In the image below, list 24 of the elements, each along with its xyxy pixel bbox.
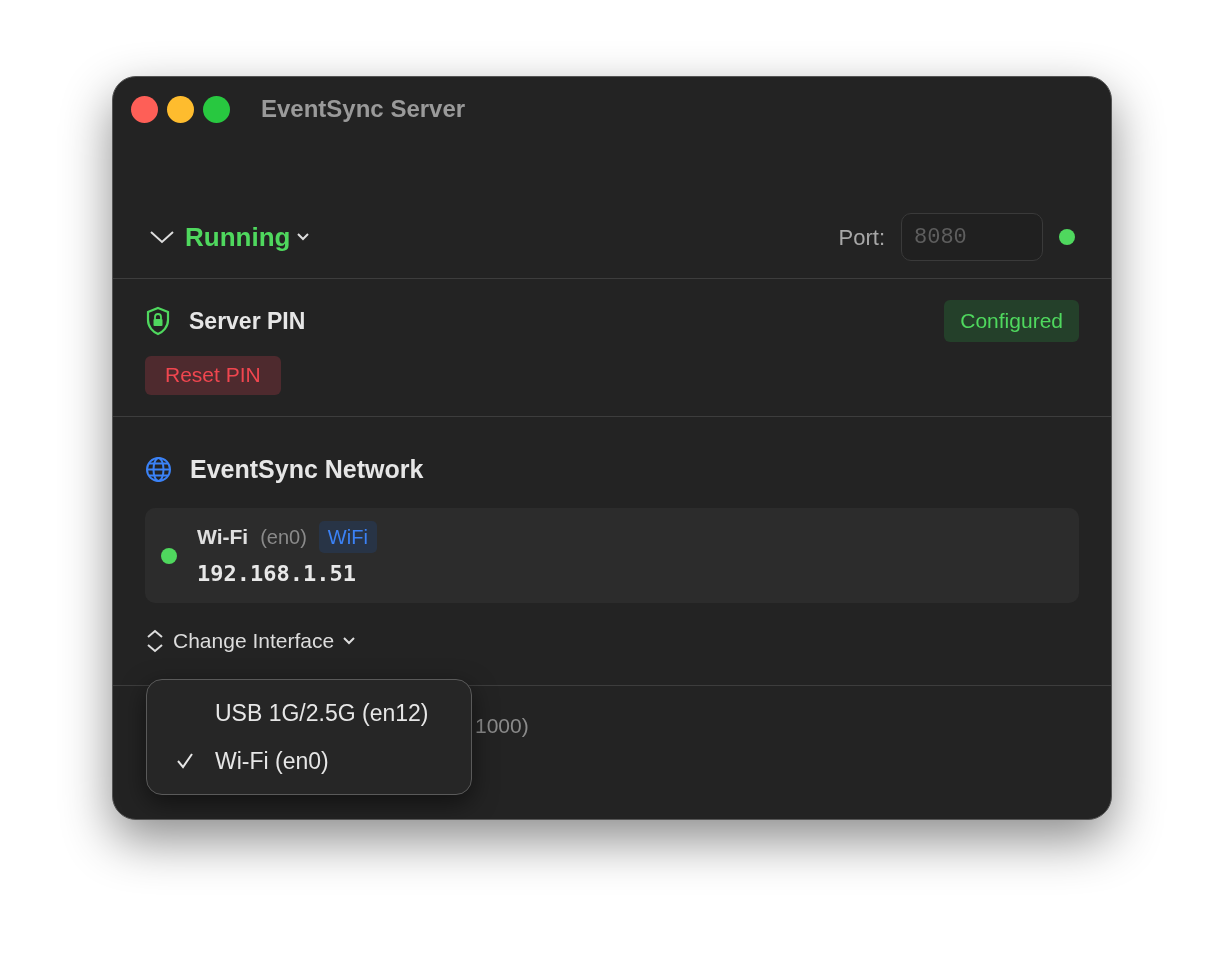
- menu-item[interactable]: Wi-Fi (en0): [215, 743, 329, 779]
- status-dropdown[interactable]: Running: [185, 217, 311, 257]
- window-title: EventSync Server: [261, 94, 466, 124]
- zoom-window-button[interactable]: [203, 95, 230, 123]
- configured-badge: Configured: [944, 300, 1079, 342]
- menu-item[interactable]: USB 1G/2.5G (en12): [215, 695, 429, 731]
- port-label: Port:: [838, 223, 885, 252]
- section-title: Server PIN: [189, 306, 306, 336]
- debug-output-text: 1000): [475, 712, 529, 739]
- caret-icon: [342, 635, 357, 646]
- up-down-chevron-icon: [145, 627, 165, 654]
- interface-device: (en0): [260, 525, 307, 550]
- caret-icon: [296, 232, 311, 242]
- change-interface-button[interactable]: Change Interface: [145, 625, 357, 657]
- port-field[interactable]: 8080: [901, 213, 1043, 261]
- interface-name: Wi-Fi: [197, 524, 249, 551]
- ip-address: 192.168.1.51: [197, 560, 357, 588]
- chevron-icon[interactable]: [149, 229, 175, 245]
- minimize-window-button[interactable]: [167, 95, 194, 123]
- section-title: EventSync Network: [190, 453, 424, 485]
- globe-icon: [145, 455, 172, 483]
- close-window-button[interactable]: [131, 95, 158, 123]
- wifi-tag: WiFi: [318, 521, 377, 553]
- shield-lock-icon: [145, 305, 171, 336]
